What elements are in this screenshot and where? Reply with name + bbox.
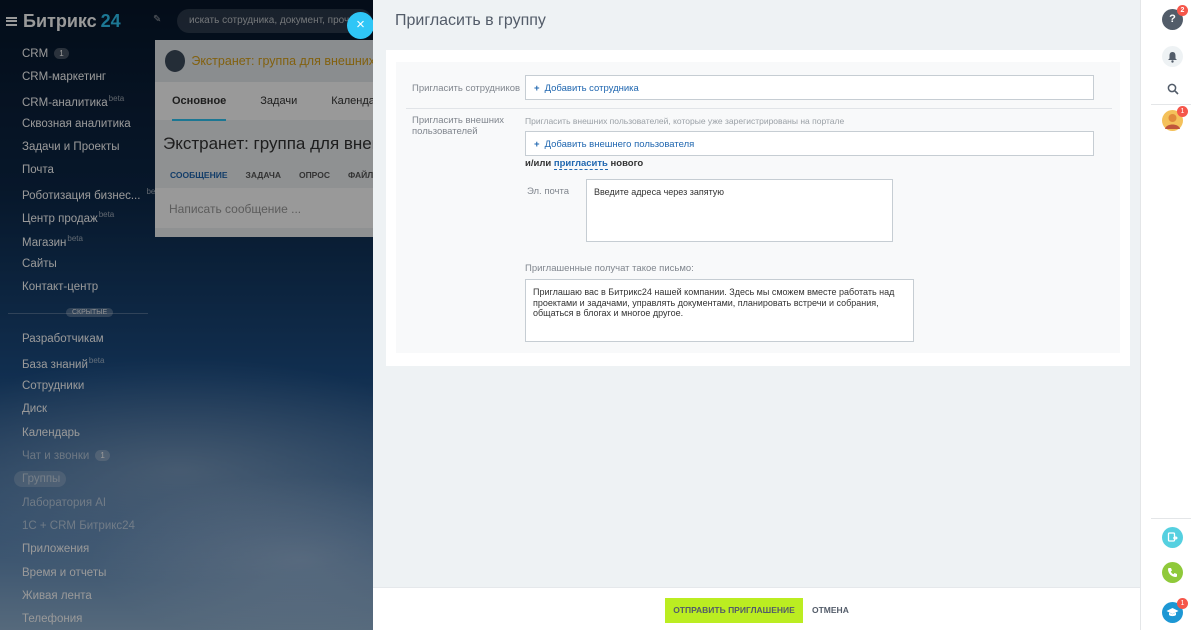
open-lines-icon[interactable]: [1162, 527, 1183, 548]
close-slider-button[interactable]: ×: [347, 12, 374, 39]
invite-new-link[interactable]: пригласить: [553, 158, 608, 170]
email-placeholder: Введите адреса через запятую: [594, 187, 725, 197]
add-employee-link[interactable]: + Добавить сотрудника: [534, 83, 639, 94]
send-invitation-button[interactable]: ОТПРАВИТЬ ПРИГЛАШЕНИЕ: [665, 598, 803, 623]
invite-form: Пригласить сотрудников + Добавить сотрудн…: [396, 62, 1120, 353]
user-avatar[interactable]: 1: [1162, 106, 1188, 131]
plus-icon: +: [534, 83, 540, 94]
right-bar: ? 2 1 1: [1140, 0, 1200, 630]
right-bar-separator: [1151, 518, 1191, 519]
notifications-bell-icon[interactable]: [1162, 46, 1183, 67]
help-badge: 2: [1177, 5, 1188, 16]
academy-badge: 1: [1177, 598, 1188, 609]
avatar-badge: 1: [1177, 106, 1188, 117]
letter-text: Приглашаю вас в Битрикс24 нашей компании…: [533, 287, 895, 318]
or-invite-new: и/или пригласить нового: [525, 158, 644, 170]
row-divider: [406, 108, 1112, 109]
add-external-field[interactable]: + Добавить внешнего пользователя: [525, 131, 1094, 156]
external-hint: Пригласить внешних пользователей, которы…: [525, 116, 845, 126]
cancel-button[interactable]: ОТМЕНА: [812, 598, 849, 623]
email-field[interactable]: Введите адреса через запятую: [586, 179, 893, 242]
phone-icon[interactable]: [1162, 562, 1183, 583]
search-icon[interactable]: [1162, 78, 1183, 99]
invite-employees-label: Пригласить сотрудников: [412, 83, 521, 94]
add-employee-field[interactable]: + Добавить сотрудника: [525, 75, 1094, 100]
email-label: Эл. почта: [527, 186, 570, 197]
academy-hat-icon[interactable]: 1: [1162, 598, 1188, 623]
add-external-link[interactable]: + Добавить внешнего пользователя: [534, 139, 694, 150]
letter-label: Приглашенные получат такое письмо:: [525, 263, 694, 274]
slider-title: Пригласить в группу: [395, 12, 546, 29]
help-icon[interactable]: ? 2: [1162, 5, 1188, 30]
invite-slider: Пригласить в группу Пригласить сотрудник…: [373, 0, 1140, 630]
slider-footer: ОТПРАВИТЬ ПРИГЛАШЕНИЕ ОТМЕНА: [373, 587, 1140, 630]
invite-card: Пригласить сотрудников + Добавить сотрудн…: [386, 50, 1130, 366]
letter-text-field[interactable]: Приглашаю вас в Битрикс24 нашей компании…: [525, 279, 914, 342]
right-bar-separator: [1151, 104, 1191, 105]
plus-icon: +: [534, 139, 540, 150]
invite-external-label: Пригласить внешних пользователей: [412, 115, 504, 137]
